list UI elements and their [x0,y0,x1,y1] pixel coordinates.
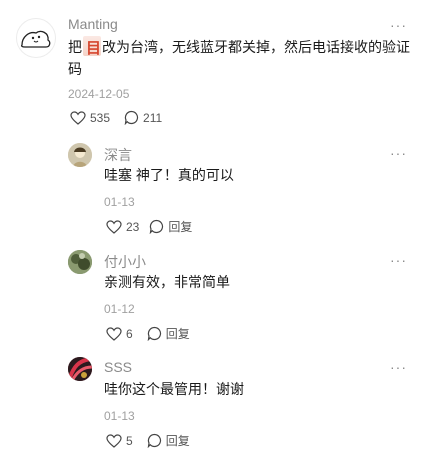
user-avatar-icon [68,250,92,274]
like-button[interactable]: 535 [70,111,110,125]
reply-author[interactable]: 深言 [104,145,132,165]
reply-count: 211 [143,110,163,125]
reply-label: 回复 [165,434,190,448]
reply-actions: 6 回复 [106,325,190,342]
more-options-icon[interactable]: ··· [390,253,407,267]
reply-label: 回复 [168,220,193,234]
heart-icon [70,110,86,125]
avatar[interactable] [68,143,92,167]
comment-bubble-icon [147,433,161,448]
reply-author[interactable]: SSS [104,359,132,375]
reply-button[interactable]: 回复 [149,218,192,235]
like-button[interactable]: 5 [106,434,133,448]
comment-author[interactable]: Manting [68,16,118,32]
reply-button[interactable]: 回复 [147,325,190,342]
more-options-icon[interactable]: ··· [390,146,407,160]
like-count: 535 [90,110,111,125]
reply-actions: 23 回复 [106,218,192,235]
user-avatar-icon [68,357,92,381]
like-button[interactable]: 6 [106,327,133,341]
reply-label: 回复 [165,327,190,341]
reply-text: 哇你这个最管用！谢谢 [104,381,244,397]
comment-bubble-icon [147,326,161,341]
more-options-icon[interactable]: ··· [390,18,407,32]
comment-text-part: 把 [68,39,82,55]
heart-icon [106,219,122,234]
comment-text: 把目改为台湾，无线蓝牙都关掉，然后电话接收的验证码 [68,36,413,80]
comment-text-part: 改为台湾，无线蓝牙都关掉，然后电话接收的验证码 [68,39,410,77]
heart-icon [106,433,122,448]
comment-actions: 535 211 [70,110,162,125]
like-button[interactable]: 23 [106,220,139,234]
reply-date: 01-13 [104,409,135,423]
reply-button[interactable]: 211 [124,110,162,125]
cartoon-avatar-icon [20,30,51,48]
comment-date: 2024-12-05 [68,87,130,101]
reply-button[interactable]: 回复 [147,432,190,449]
reply-item: 深言 ··· 哇塞 神了！真的可以 01-13 23 回复 [0,140,430,245]
like-count: 6 [126,326,133,341]
reply-author[interactable]: 付小小 [104,252,146,272]
reply-date: 01-12 [104,302,135,316]
reply-text: 亲测有效，非常简单 [104,274,230,290]
more-options-icon[interactable]: ··· [390,360,407,374]
comment-bubble-icon [150,219,164,234]
like-count: 5 [126,433,133,448]
sticker-emoji-icon: 目 [83,36,101,57]
avatar[interactable] [68,250,92,274]
avatar[interactable] [16,18,56,58]
reply-date: 01-13 [104,195,135,209]
reply-item: 付小小 ··· 亲测有效，非常简单 01-12 6 回复 [0,247,430,352]
user-avatar-icon [68,143,92,167]
heart-icon [106,326,122,341]
reply-item: SSS ··· 哇你这个最管用！谢谢 01-13 5 回复 [0,354,430,458]
avatar[interactable] [68,357,92,381]
like-count: 23 [126,219,140,234]
main-comment: Manting ··· 把目改为台湾，无线蓝牙都关掉，然后电话接收的验证码 20… [0,0,430,140]
reply-text: 哇塞 神了！真的可以 [104,167,234,183]
comment-bubble-icon [124,110,139,125]
reply-actions: 5 回复 [106,432,190,449]
